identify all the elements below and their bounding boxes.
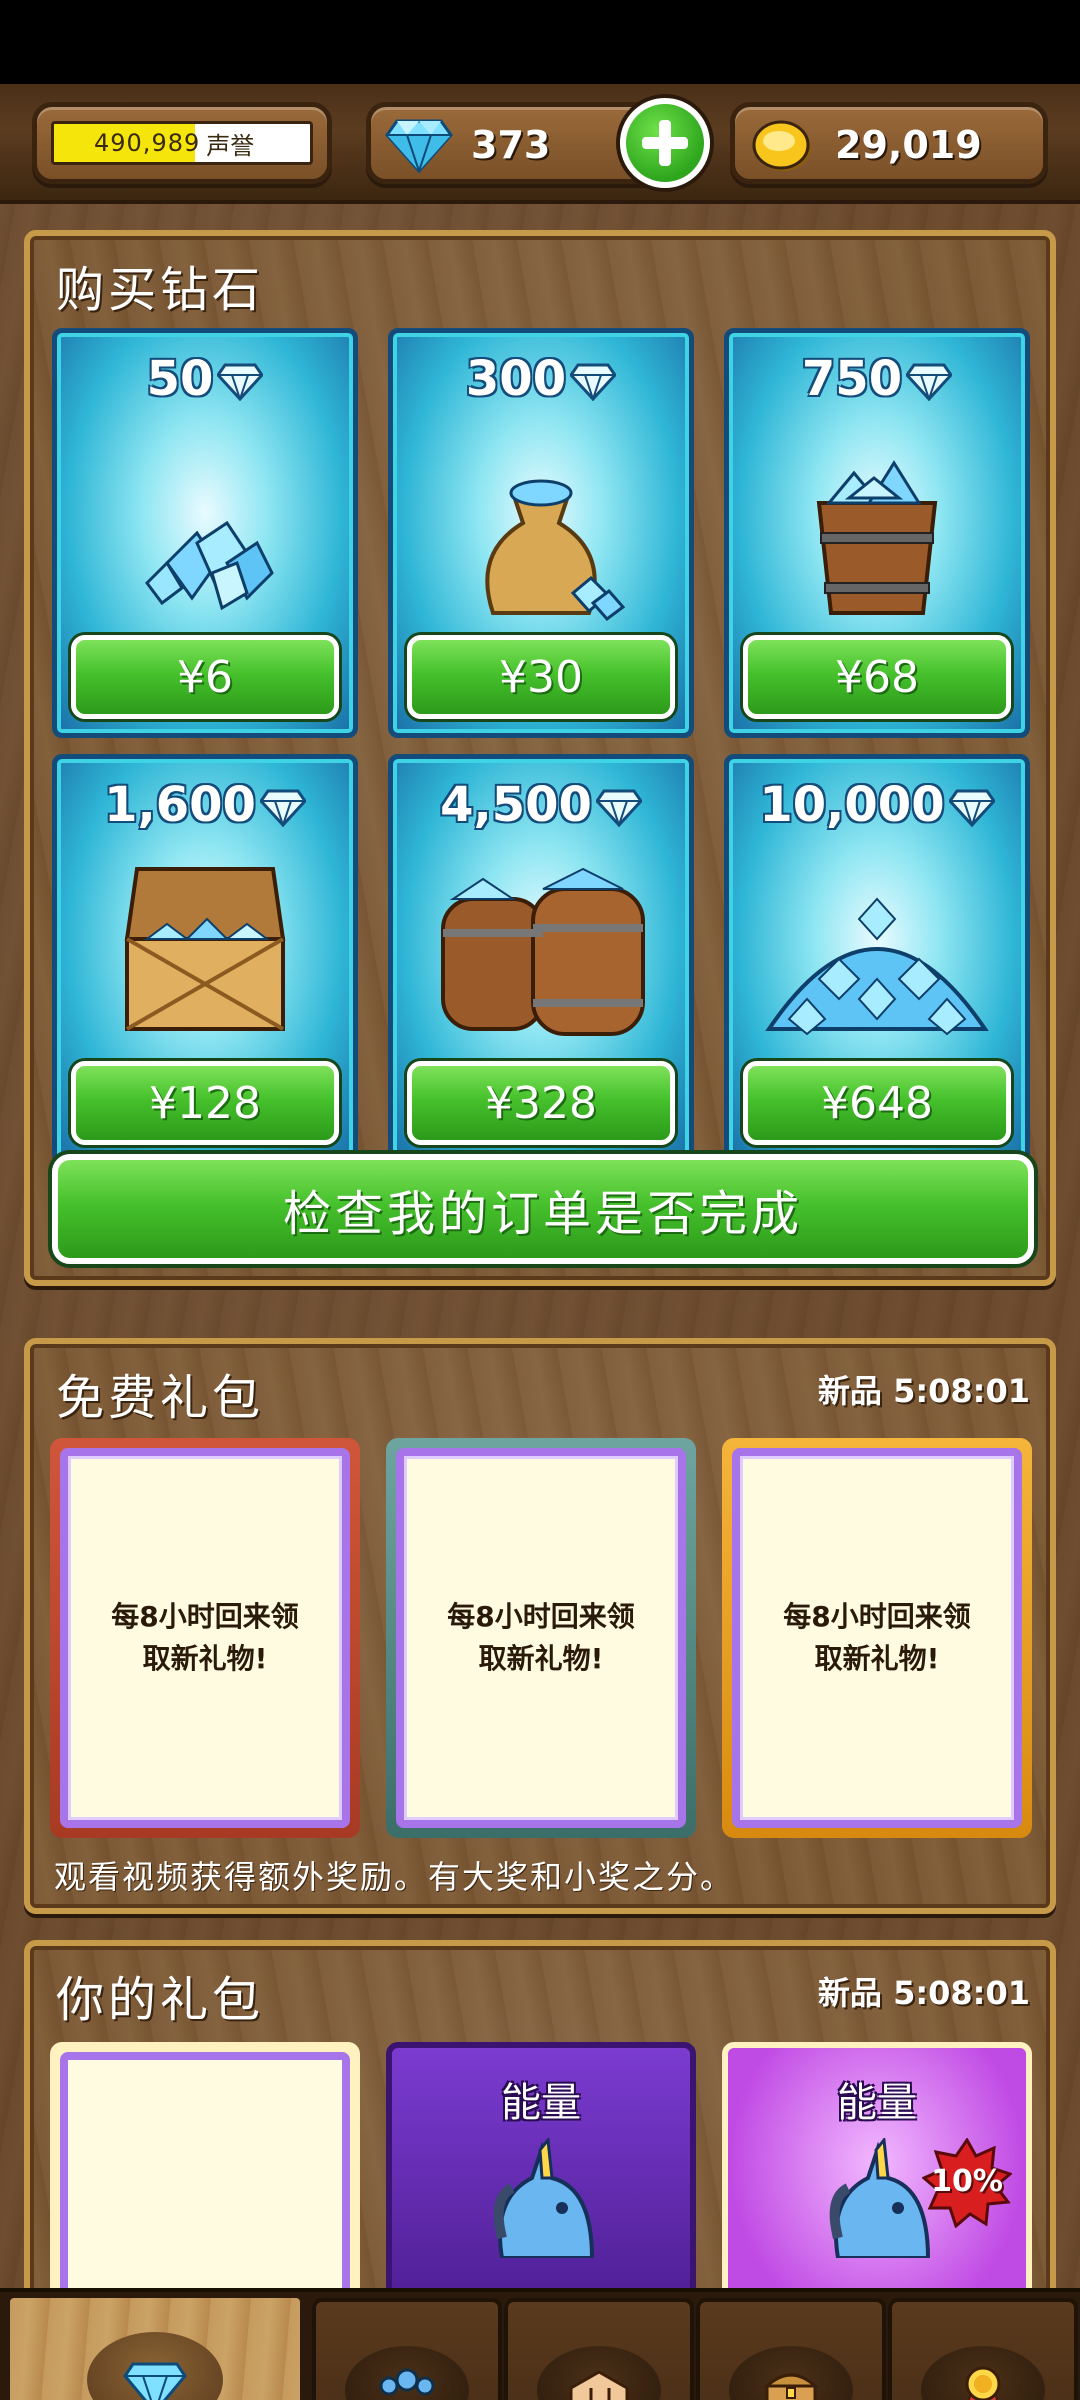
buy-pack-button[interactable]: ¥6 xyxy=(71,635,339,719)
free-gift-card[interactable]: 每8小时回来领 取新礼物! xyxy=(50,1438,360,1838)
unicorn-icon xyxy=(493,2138,595,2258)
shop-screen: 490,989 声誉 373 29,019 购买钻石 50 ¥6 300 ¥30… xyxy=(0,84,1080,2400)
gold-counter[interactable]: 29,019 xyxy=(730,102,1048,184)
diamond-icon xyxy=(385,119,453,173)
free-gift-card[interactable]: 每8小时回来领 取新礼物! xyxy=(386,1438,696,1838)
free-gift-message: 每8小时回来领 取新礼物! xyxy=(396,1448,686,1828)
reputation-bar: 490,989 声誉 xyxy=(51,121,313,165)
diamond-icon xyxy=(948,789,995,827)
diamond-icon xyxy=(259,789,306,827)
gem-sack-icon xyxy=(485,479,626,622)
people-icon xyxy=(379,2368,435,2396)
free-gift-message: 每8小时回来领 取新礼物! xyxy=(60,1448,350,1828)
diamond-pack-card[interactable]: 1,600 ¥128 xyxy=(52,754,358,1164)
buy-diamonds-panel: 购买钻石 50 ¥6 300 ¥30 750 ¥68 1,600 ¥128 4,… xyxy=(24,230,1056,1286)
diamond-icon xyxy=(570,363,617,401)
reputation-value: 490,989 xyxy=(94,129,201,157)
pack-amount: 4,500 xyxy=(393,777,689,833)
energy-label: 能量 xyxy=(837,2080,917,2126)
diamond-pack-card[interactable]: 4,500 ¥328 xyxy=(388,754,694,1164)
treasure-chest-icon xyxy=(763,2373,819,2400)
discount-text: 10% xyxy=(931,2164,1003,2199)
gem-count: 373 xyxy=(471,123,551,167)
medal-icon xyxy=(965,2366,1001,2400)
gold-count: 29,019 xyxy=(835,123,982,167)
pack-amount: 1,600 xyxy=(57,777,353,833)
boxes-icon xyxy=(569,2370,629,2400)
buy-pack-button[interactable]: ¥30 xyxy=(407,635,675,719)
tab-boxes[interactable] xyxy=(504,2298,694,2400)
diamond-pack-card[interactable]: 50 ¥6 xyxy=(52,328,358,738)
tab-people[interactable] xyxy=(312,2298,502,2400)
free-gifts-note: 观看视频获得额外奖励。有大奖和小奖之分。 xyxy=(54,1858,735,1896)
free-gifts-title: 免费礼包 xyxy=(56,1370,265,1426)
your-gifts-title: 你的礼包 xyxy=(56,1972,265,2028)
your-gifts-timer: 新品 5:08:01 xyxy=(817,1974,1030,2012)
diamond-icon xyxy=(906,363,953,401)
small-gem-pile-icon xyxy=(145,520,274,611)
pack-amount: 300 xyxy=(393,351,689,407)
diamond-pack-card[interactable]: 750 ¥68 xyxy=(724,328,1030,738)
check-orders-button[interactable]: 检查我的订单是否完成 xyxy=(52,1154,1034,1264)
diamond-pack-card[interactable]: 10,000 ¥648 xyxy=(724,754,1030,1164)
tab-chest[interactable] xyxy=(696,2298,886,2400)
gem-barrels-icon xyxy=(441,867,645,1036)
free-gift-card[interactable]: 每8小时回来领 取新礼物! xyxy=(722,1438,1032,1838)
energy-label: 能量 xyxy=(501,2080,581,2126)
pack-amount: 750 xyxy=(729,351,1025,407)
top-resource-bar: 490,989 声誉 373 29,019 xyxy=(0,84,1080,204)
reputation-counter[interactable]: 490,989 声誉 xyxy=(32,102,332,184)
buy-pack-button[interactable]: ¥648 xyxy=(743,1061,1011,1145)
diamond-pack-card[interactable]: 300 ¥30 xyxy=(388,328,694,738)
buy-diamonds-title: 购买钻石 xyxy=(56,262,265,318)
free-gifts-panel: 免费礼包 新品 5:08:01 每8小时回来领 取新礼物! 每8小时回来领 取新礼物… xyxy=(24,1338,1056,1914)
buy-pack-button[interactable]: ¥328 xyxy=(407,1061,675,1145)
pack-amount: 50 xyxy=(57,351,353,407)
pack-amount: 10,000 xyxy=(729,777,1025,833)
free-gifts-timer: 新品 5:08:01 xyxy=(817,1372,1030,1410)
diamond-icon xyxy=(123,2362,187,2400)
diamond-icon xyxy=(217,363,264,401)
add-gems-button[interactable] xyxy=(620,98,710,188)
tab-shop[interactable]: 商店 xyxy=(4,2292,306,2400)
discount-badge: 10% xyxy=(921,2137,1013,2229)
buy-pack-button[interactable]: ¥68 xyxy=(743,635,1011,719)
gold-coin-icon xyxy=(752,120,811,171)
free-gift-message: 每8小时回来领 取新礼物! xyxy=(732,1448,1022,1828)
treasure-chest-icon xyxy=(124,867,286,1031)
diamond-icon xyxy=(595,789,642,827)
bottom-nav: 商店 xyxy=(0,2288,1080,2400)
gem-bucket-icon xyxy=(816,460,938,615)
large-gem-mound-icon xyxy=(765,897,989,1036)
tab-achievements[interactable] xyxy=(888,2298,1078,2400)
buy-pack-button[interactable]: ¥128 xyxy=(71,1061,339,1145)
reputation-label: 声誉 xyxy=(206,131,255,160)
